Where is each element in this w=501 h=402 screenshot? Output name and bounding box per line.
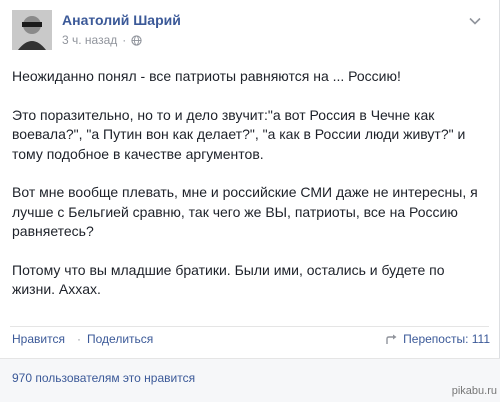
avatar[interactable] — [12, 10, 52, 50]
post-header: Анатолий Шарий 3 ч. назад · — [12, 10, 482, 54]
divider — [10, 326, 489, 327]
reposts-label: Перепосты: 111 — [403, 332, 490, 346]
chevron-down-icon[interactable] — [468, 14, 482, 28]
watermark: pikabu.ru — [452, 385, 497, 397]
meta-separator: · — [122, 33, 126, 47]
author-name[interactable]: Анатолий Шарий — [62, 12, 181, 28]
share-icon — [386, 334, 399, 345]
actions-separator: · — [77, 332, 81, 346]
post-paragraph: Потому что вы младшие братики. Были ими,… — [12, 261, 490, 300]
likes-bar: 970 пользователям это нравится — [0, 358, 500, 402]
share-link[interactable]: Поделиться — [87, 332, 153, 346]
post-actions: Нравится · Поделиться Перепосты: 111 — [12, 332, 490, 350]
reposts-counter[interactable]: Перепосты: 111 — [386, 332, 490, 346]
post-text: Неожиданно понял - все патриоты равняютс… — [12, 67, 490, 319]
globe-icon — [131, 35, 142, 46]
post-paragraph: Неожиданно понял - все патриоты равняютс… — [12, 67, 490, 87]
post-paragraph: Вот мне вообще плевать, мне и российские… — [12, 183, 490, 242]
likes-count-link[interactable]: 970 пользователям это нравится — [12, 371, 195, 385]
like-link[interactable]: Нравится — [12, 332, 65, 346]
post-paragraph: Это поразительно, но то и дело звучит:"а… — [12, 106, 490, 165]
post-card: Анатолий Шарий 3 ч. назад · Неожиданно п… — [0, 0, 500, 401]
timestamp[interactable]: 3 ч. назад — [62, 33, 117, 47]
avatar-image — [12, 10, 52, 50]
post-meta: 3 ч. назад · — [62, 33, 142, 47]
